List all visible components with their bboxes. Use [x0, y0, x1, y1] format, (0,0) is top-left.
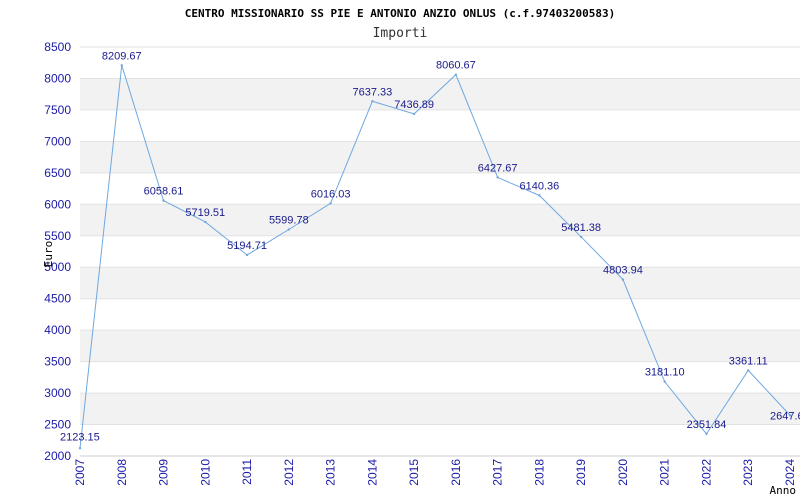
grid-band: [80, 109, 800, 142]
grid-bands: [80, 47, 800, 456]
data-label: 3181.10: [645, 367, 685, 379]
grid-band: [80, 235, 800, 268]
data-label: 6427.67: [478, 162, 518, 174]
data-point: [287, 228, 291, 231]
grid-band: [80, 78, 800, 110]
x-axis-label: Anno: [770, 484, 797, 497]
y-tick-label: 7000: [44, 134, 71, 148]
grid-band: [80, 172, 800, 205]
x-tick-label: 2012: [282, 459, 296, 486]
grid-band: [80, 330, 800, 362]
data-label: 6016.03: [311, 188, 351, 200]
x-tick-label: 2014: [365, 459, 379, 486]
y-tick-label: 6000: [44, 197, 71, 211]
x-tick-label: 2013: [324, 459, 338, 486]
data-label: 2351.84: [687, 419, 727, 431]
x-tick-label: 2017: [491, 459, 505, 486]
data-point: [412, 112, 416, 116]
data-point: [496, 176, 499, 179]
y-tick-label: 3000: [44, 386, 71, 400]
data-label: 7436.89: [394, 99, 434, 111]
data-point: [538, 194, 541, 197]
data-point: [120, 64, 123, 67]
data-point: [78, 447, 82, 450]
chart-title: CENTRO MISSIONARIO SS PIE E ANTONIO ANZI…: [185, 7, 615, 20]
x-tick-label: 2021: [658, 459, 672, 486]
grid-band: [80, 298, 800, 331]
data-label: 6058.61: [144, 186, 184, 198]
data-point: [245, 253, 249, 257]
x-tick-label: 2022: [699, 459, 713, 486]
data-label: 8209.67: [102, 50, 142, 62]
data-label: 4803.94: [603, 265, 643, 277]
data-point: [747, 369, 750, 372]
data-label: 5194.71: [227, 240, 267, 252]
data-point: [454, 73, 458, 76]
y-tick-label: 4500: [44, 292, 71, 306]
y-tick-label: 6500: [44, 166, 71, 180]
data-label: 5481.38: [561, 222, 601, 234]
grid-band: [80, 361, 800, 394]
grid-band: [80, 141, 800, 173]
line-chart: 2000250030003500400045005000550060006500…: [42, 7, 800, 497]
data-label: 3361.11: [729, 355, 768, 367]
grid-band: [80, 267, 800, 299]
x-tick-labels: 2007 2008 2009 2010 2011 2012 2013 2014 2015 2016…: [73, 459, 797, 486]
y-tick-label: 8000: [44, 71, 71, 85]
data-label: 8060.67: [436, 60, 476, 72]
y-tick-label: 7500: [44, 103, 71, 117]
data-point: [204, 220, 207, 224]
data-label: 7637.33: [352, 86, 392, 98]
x-tick-label: 2018: [532, 459, 546, 486]
data-point: [621, 278, 625, 281]
x-tick-label: 2023: [741, 459, 755, 486]
data-point: [162, 199, 165, 202]
data-label: 5599.78: [269, 214, 309, 226]
data-label: 6140.36: [520, 180, 560, 192]
y-tick-label: 2000: [44, 449, 71, 463]
data-point: [329, 202, 332, 205]
y-tick-label: 2500: [44, 418, 71, 432]
y-tick-label: 5500: [44, 229, 71, 243]
x-tick-label: 2015: [407, 459, 421, 486]
y-tick-label: 3500: [44, 355, 71, 369]
data-point: [579, 235, 583, 239]
y-tick-label: 8500: [44, 40, 71, 54]
y-axis-label: Euro: [42, 241, 55, 268]
data-point: [371, 100, 374, 103]
x-tick-label: 2016: [449, 459, 463, 486]
x-tick-label: 2024: [783, 459, 797, 486]
x-tick-label: 2020: [616, 459, 630, 486]
x-tick-label: 2011: [240, 459, 254, 485]
x-tick-label: 2007: [73, 459, 87, 486]
x-tick-label: 2010: [198, 459, 212, 486]
data-point: [705, 432, 708, 436]
x-tick-label: 2008: [115, 459, 129, 486]
x-tick-label: 2009: [157, 459, 171, 486]
x-tick-label: 2019: [574, 459, 588, 486]
data-label: 2123.15: [60, 431, 100, 443]
data-label: 2647.6: [770, 410, 800, 422]
data-point: [663, 380, 666, 383]
data-label: 5719.51: [185, 207, 225, 219]
chart-subtitle: Importi: [373, 26, 428, 41]
y-tick-label: 4000: [44, 323, 71, 337]
